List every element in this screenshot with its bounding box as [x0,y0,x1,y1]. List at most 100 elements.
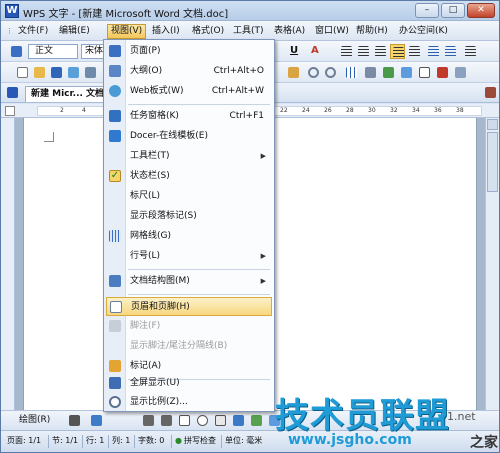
menu-item-task-pane[interactable]: 任务窗格(K) Ctrl+F1 [106,107,272,126]
menu-office-space[interactable]: 办公空间(K) [396,24,451,39]
menu-item-status-bar[interactable]: ✓ 状态栏(S) [106,167,272,186]
underline-button[interactable]: U [290,44,298,58]
menu-item-footnote[interactable]: 脚注(F) [106,317,272,336]
insert-textbox-button[interactable] [417,65,432,80]
arrow-button[interactable] [159,413,174,428]
textbox-draw-button[interactable] [213,413,228,428]
clipart-button[interactable] [249,413,264,428]
textbox-draw-icon [215,415,226,426]
menu-item-gridlines[interactable]: 网格线(G) [106,227,272,246]
ruler-number: 32 [390,107,398,114]
maximize-button[interactable]: □ [441,3,465,18]
autoshapes-button[interactable] [89,413,104,428]
redo-button[interactable] [323,65,338,80]
menu-format[interactable]: 格式(O) [189,24,227,39]
menu-help[interactable]: 帮助(H) [353,24,391,39]
print-button[interactable] [83,65,98,80]
menu-item-document-map[interactable]: 文档结构图(M) ▶ [106,272,272,291]
window-title: WPS 文字 - [新建 Microsoft Word 文档.doc] [23,9,229,20]
print-icon [85,67,96,78]
menu-item-ruler[interactable]: 标尺(L) [106,187,272,206]
align-right-button[interactable] [373,44,388,59]
zoom-icon [109,396,121,408]
status-spellcheck[interactable]: 拼写检查 [184,435,216,447]
menu-table[interactable]: 表格(A) [271,24,308,39]
zoom-button[interactable] [453,65,468,80]
open-button[interactable] [32,65,47,80]
indent-button[interactable] [463,44,478,59]
align-left-button[interactable] [339,44,354,59]
menu-separator [128,269,270,270]
line-button[interactable] [141,413,156,428]
style-format-button[interactable] [9,44,24,59]
drawing-button[interactable] [435,65,450,80]
ruler-number: 34 [412,107,420,114]
menu-item-line-numbers[interactable]: 行号(L) ▶ [106,247,272,266]
table-button[interactable] [344,65,359,80]
save-button[interactable] [49,65,64,80]
menu-item-page-view[interactable]: 页面(P) [106,42,272,61]
insert-chart-button[interactable] [381,65,396,80]
menu-file[interactable]: 文件(F) [15,24,51,39]
draw-menu-button[interactable]: 绘图(R) [19,414,50,426]
watermark-logo-text: 技术员联盟 [275,396,450,436]
menu-item-footnote-separator[interactable]: 显示脚注/尾注分隔线(B) [106,337,272,356]
scroll-up-button[interactable] [487,119,498,130]
status-unit[interactable]: 单位: 毫米 [225,435,262,447]
align-right-icon [375,46,386,57]
ruler-number: 28 [346,107,354,114]
arrow-icon [161,415,172,426]
menu-item-web-layout[interactable]: Web板式(W) Ctrl+Alt+W [106,82,272,101]
formula-button[interactable] [363,65,378,80]
bullets-button[interactable] [443,44,458,59]
menu-item-toolbars[interactable]: 工具栏(T) ▶ [106,147,272,166]
menu-item-label: 行号(L) [130,251,161,261]
formula-icon [365,67,376,78]
ruler-number: 36 [434,107,442,114]
submenu-arrow-icon: ▶ [260,252,266,260]
menu-item-header-footer[interactable]: 页眉和页脚(H) [106,297,272,316]
vertical-scrollbar[interactable] [485,118,499,410]
align-center-button[interactable] [356,44,371,59]
menu-window[interactable]: 窗口(W) [312,24,352,39]
docer-icon [109,130,121,142]
menu-insert[interactable]: 插入(I) [149,24,183,39]
status-line: 行: 1 [86,436,105,445]
menu-item-outline[interactable]: 大纲(O) Ctrl+Alt+O [106,62,272,81]
status-separator [171,435,172,448]
close-tab-button[interactable] [483,85,498,100]
rectangle-button[interactable] [177,413,192,428]
menu-edit[interactable]: 编辑(E) [56,24,93,39]
tab-doc-icon-button[interactable] [5,85,20,100]
menu-item-fullscreen[interactable]: 全屏显示(U) [106,374,272,393]
vertical-ruler[interactable] [1,118,15,410]
watermark-side-text-2: 之家 [470,435,498,451]
scroll-thumb[interactable] [487,132,498,192]
menu-item-shortcut: Ctrl+F1 [229,111,264,121]
style-select[interactable]: 正文 [28,44,78,59]
redo-icon [325,67,336,78]
justify-button[interactable] [390,44,405,59]
menu-tools[interactable]: 工具(T) [230,24,267,39]
oval-button[interactable] [195,413,210,428]
minimize-button[interactable]: – [415,3,439,18]
menu-item-label: 标记(A) [130,361,162,371]
undo-button[interactable] [306,65,321,80]
new-button[interactable] [15,65,30,80]
distributed-button[interactable] [407,44,422,59]
menu-item-zoom[interactable]: 显示比例(Z)... [106,393,272,412]
menu-item-label: 状态栏(S) [130,171,170,181]
title-bar[interactable]: W WPS 文字 - [新建 Microsoft Word 文档.doc] – … [1,1,499,21]
tab-stop-selector[interactable] [5,106,15,116]
insert-picture-button[interactable] [399,65,414,80]
menu-view[interactable]: 视图(V) [107,24,147,39]
format-painter-button[interactable] [286,65,301,80]
menu-item-docer[interactable]: Docer-在线模板(E) [106,127,272,146]
numbering-button[interactable] [426,44,441,59]
close-button[interactable]: ✕ [467,3,495,18]
font-color-button[interactable]: A [311,44,319,58]
select-objects-button[interactable] [67,413,82,428]
wordart-button[interactable] [231,413,246,428]
menu-item-paragraph-marks[interactable]: 显示段落标记(S) [106,207,272,226]
email-button[interactable] [66,65,81,80]
